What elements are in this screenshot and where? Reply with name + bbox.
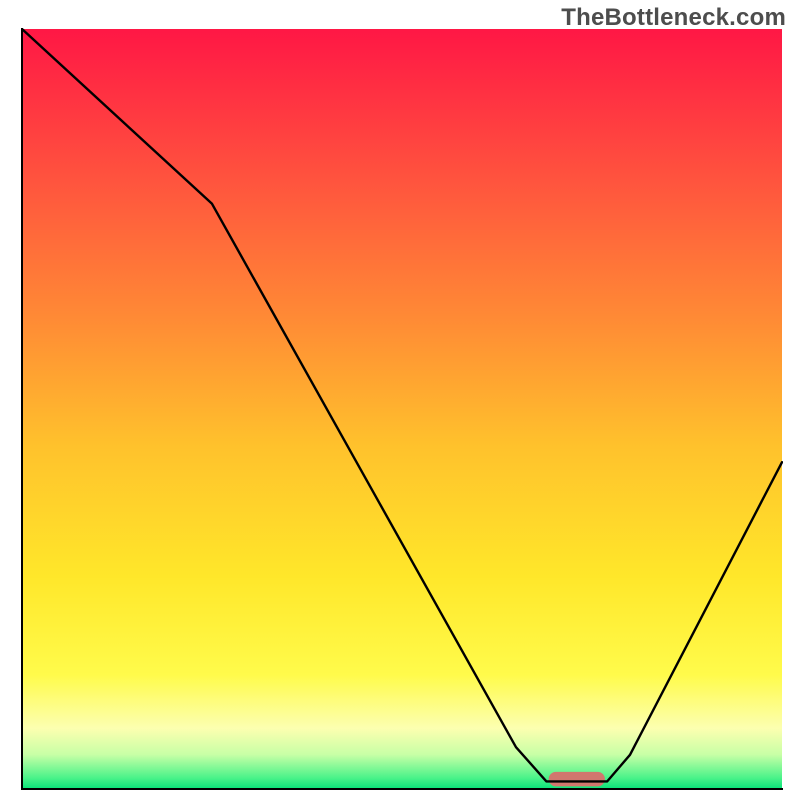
plot-area [21, 28, 783, 790]
gradient-background [22, 29, 782, 789]
chart-container: TheBottleneck.com [0, 0, 800, 800]
chart-svg [21, 28, 783, 790]
optimum-marker [549, 772, 605, 786]
